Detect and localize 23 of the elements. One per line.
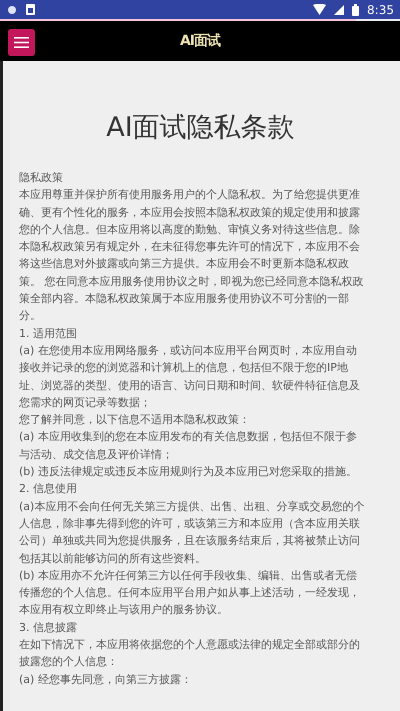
policy-paragraph: 隐私政策: [19, 170, 64, 186]
policy-paragraph: 在如下情况下，本应用将依据您的个人意愿或法律的规定全部或部分的披露您的个人信息：: [19, 637, 361, 670]
notification-icon: [6, 4, 18, 16]
menu-icon: [14, 37, 29, 48]
policy-paragraph: 1. 适用范围: [19, 326, 78, 342]
document-title: AI面试隐私条款: [105, 111, 296, 145]
policy-paragraph: 您了解并同意，以下信息不适用本隐私权政策：: [19, 412, 251, 428]
app-notification-icon: [26, 4, 35, 15]
wifi-icon: [313, 4, 326, 15]
status-time: 8:35: [367, 2, 394, 16]
menu-button[interactable]: [8, 29, 35, 56]
header-title: AI面试: [180, 32, 220, 50]
policy-paragraph: 2. 信息使用: [19, 481, 78, 498]
policy-paragraph: (a) 在您使用本应用网络服务，或访问本应用平台网页时，本应用自动接收并记录的您的浏览器和计算机上的信息，包括但不限于您的IP地址、浏览器的类型、使用的语言、访问日期和时间、软硬件特征信息及您需求的网页记录等数据；: [19, 342, 361, 411]
policy-paragraph: 本应用尊重并保护所有使用服务用户的个人隐私权。为了给您提供更准确、更有个性化的服务，本应用会按照本隐私权政策的规定使用和披露您的个人信息。但本应用将以高度的勤勉、审慎义务对待这些信息。除本隐私权政策另有规定外，在未征得您事先许可的情况下，本应用不会将这些信息对外披露或向第三方提供。本应用会不时更新本隐私权政策。 您在同意本应用服务使用协议之时，即视为您已经同意本隐私权政策全部内容。本隐私权政策属于本应用服务使用协议不可分割的一部分。: [19, 187, 364, 324]
signal-icon: [334, 4, 344, 14]
policy-paragraph: (b) 本应用亦不允许任何第三方以任何手段收集、编辑、出售或者无偿传播您的个人信息。任何本应用平台用户如从事上述活动，一经发现，本应用有权立即终止与该用户的服务协议。: [19, 568, 361, 618]
policy-paragraph: (a)本应用不会向任何无关第三方提供、出售、出租、分享或交易您的个人信息，除非事先得到您的许可，或该第三方和本应用（含本应用关联公司）单独或共同为您提供服务，且在该服务结束后，其将被禁止访问包括其以前能够访问的所有这些资料。: [19, 498, 366, 567]
policy-paragraph: (a) 本应用收集到的您在本应用发布的有关信息数据，包括但不限于参与活动、成交信息及评价详情；: [19, 429, 358, 463]
policy-paragraph: (b) 违反法律规定或违反本应用规则行为及本应用已对您采取的措施。: [19, 464, 358, 480]
policy-paragraph: (a) 经您事先同意，向第三方披露：: [19, 672, 193, 688]
battery-icon: [352, 4, 360, 16]
policy-paragraph: 3. 信息披露: [19, 620, 78, 636]
